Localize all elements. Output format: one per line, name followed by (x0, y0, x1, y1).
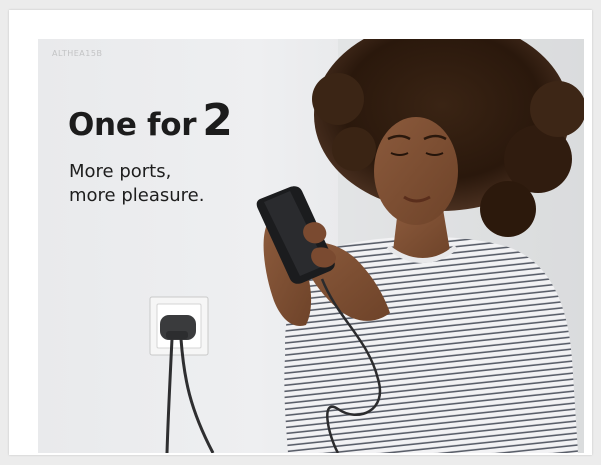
headline-text: One for (68, 107, 197, 143)
headline: One for 2 (68, 99, 233, 143)
headline-number: 2 (202, 95, 233, 146)
ad-frame: ALTHEA15B One for 2 More ports, more plea… (9, 10, 592, 455)
ad-photo: ALTHEA15B One for 2 More ports, more plea… (38, 39, 584, 453)
watermark: ALTHEA15B (52, 49, 103, 58)
tagline-line-1: More ports, (69, 161, 172, 182)
tagline-line-2: more pleasure. (69, 185, 205, 206)
tagline: More ports, more pleasure. (69, 160, 204, 208)
